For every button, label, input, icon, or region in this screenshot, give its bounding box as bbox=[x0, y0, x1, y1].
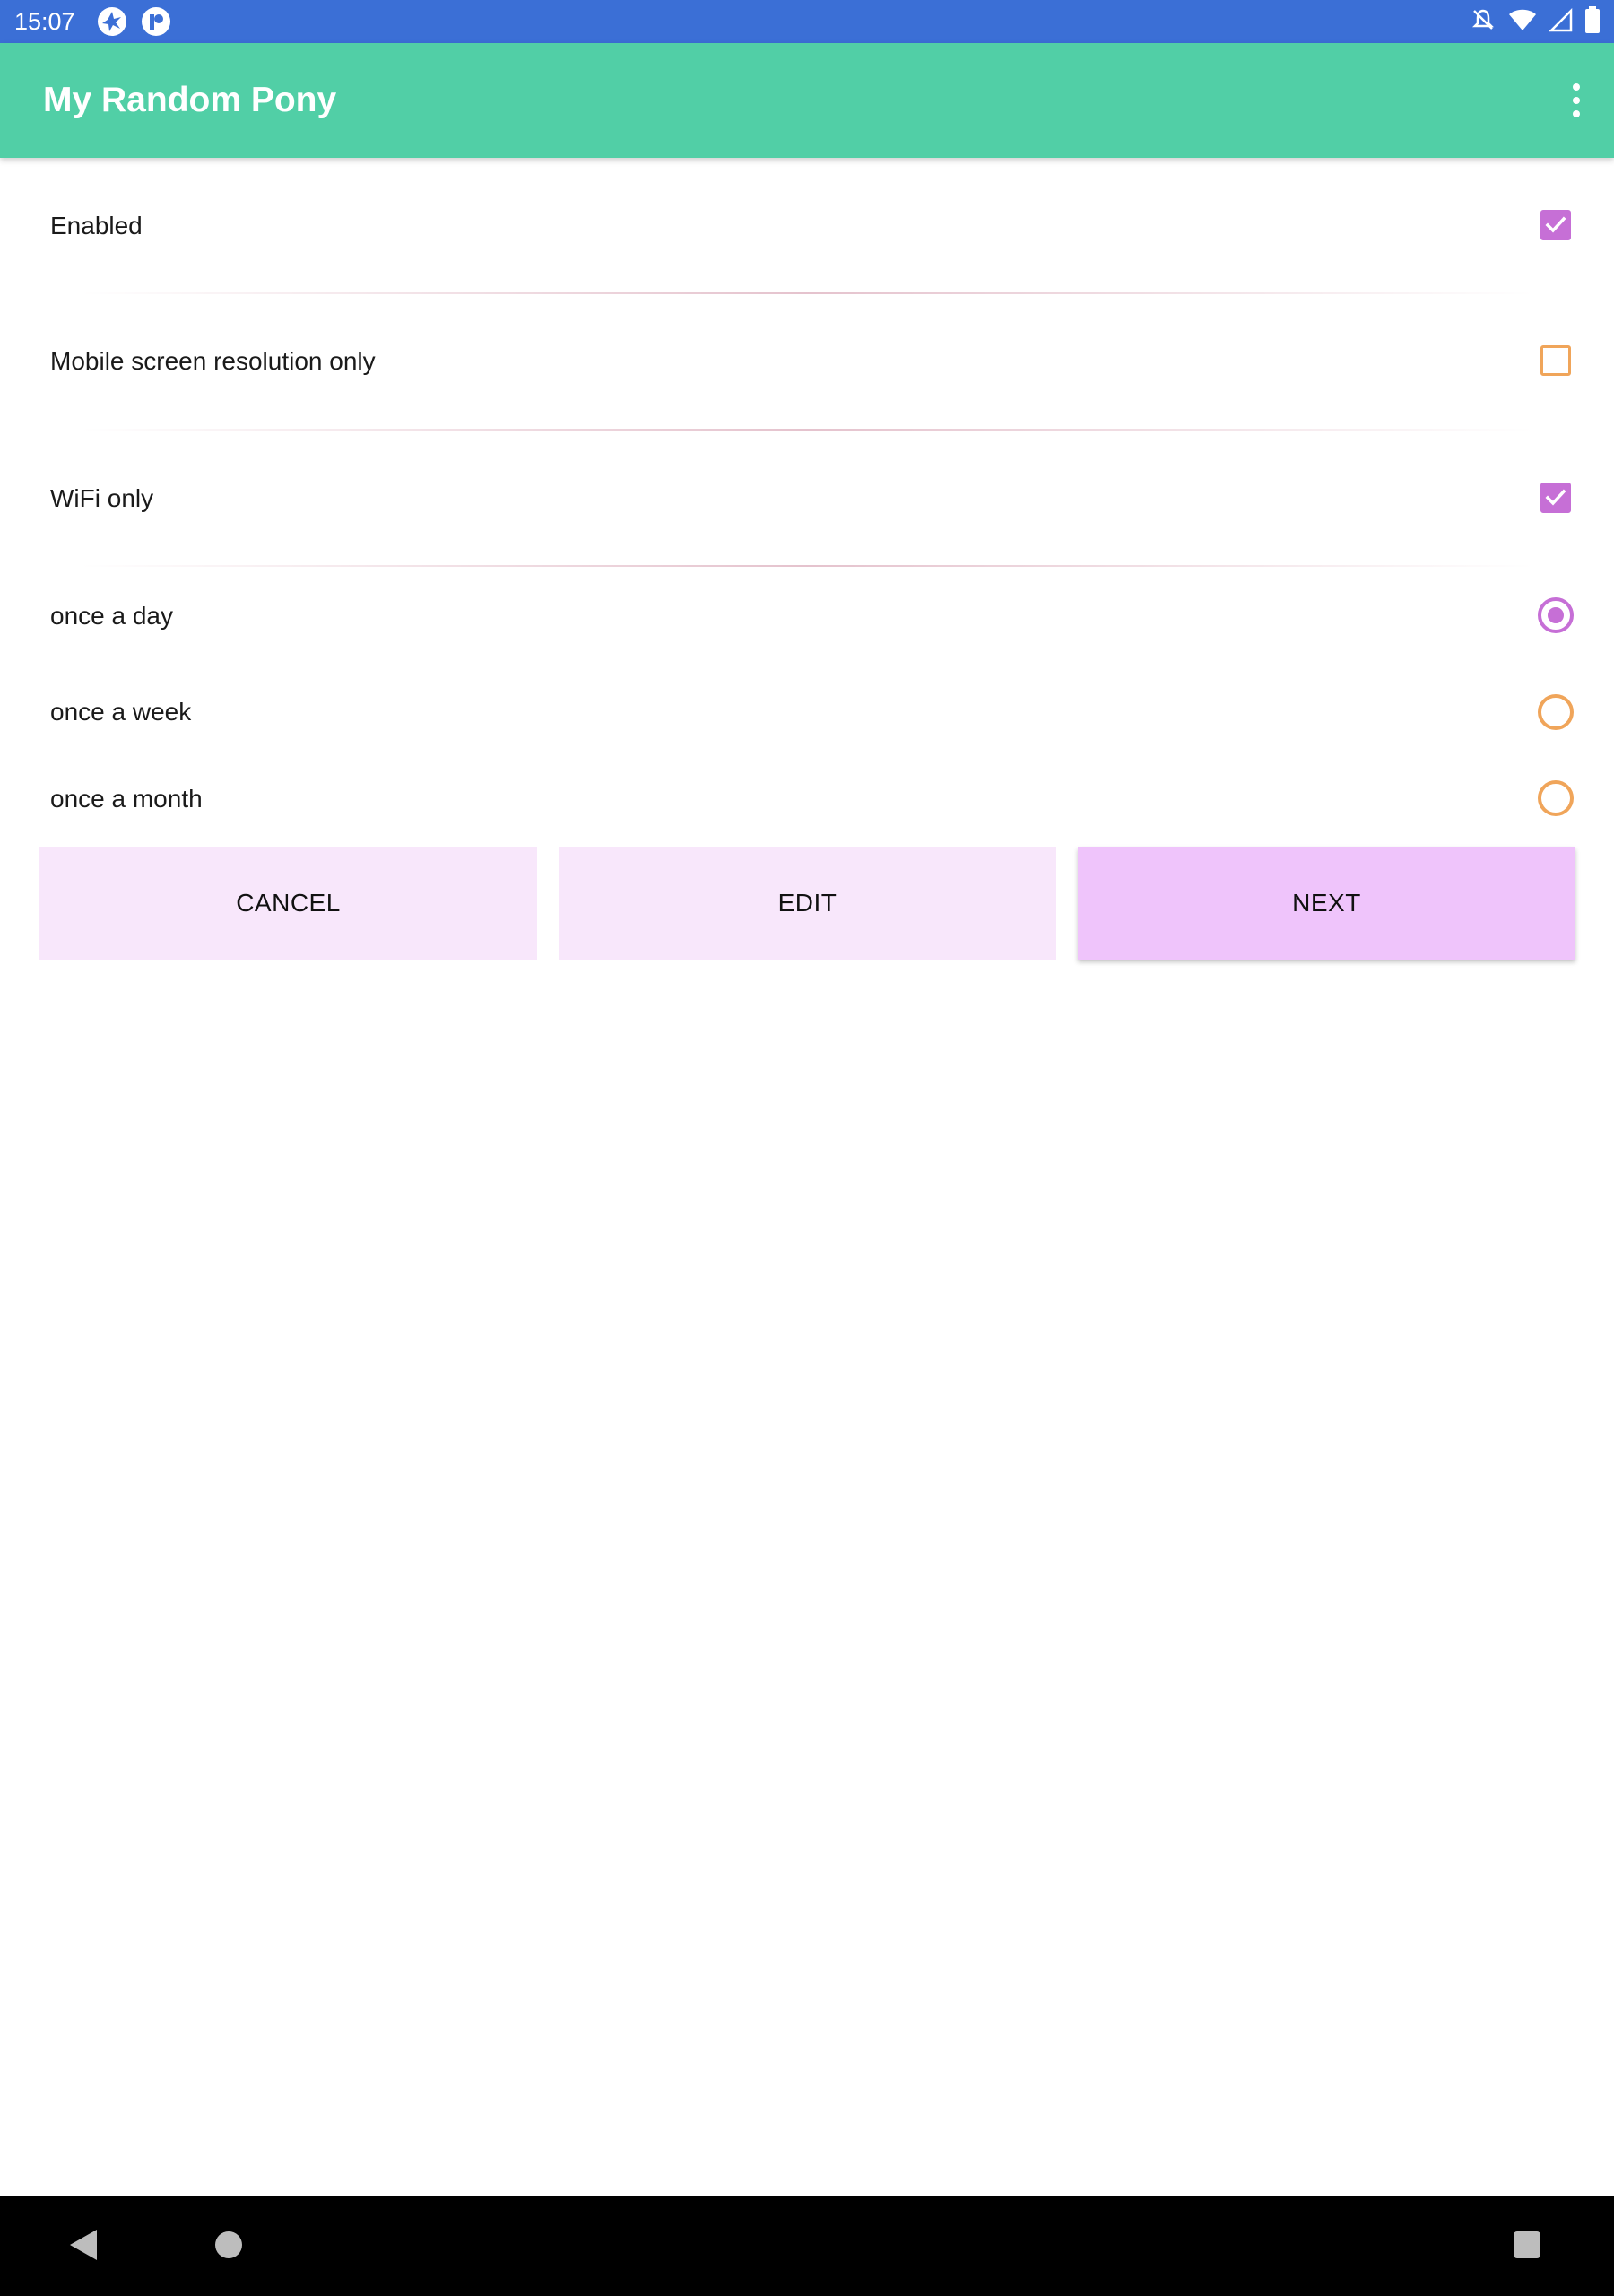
wifi-icon bbox=[1508, 7, 1537, 37]
screen: 15:07 My Random Pony Enabled Mobile scre… bbox=[0, 0, 1614, 2296]
setting-row-wifi-only[interactable]: WiFi only bbox=[0, 430, 1614, 565]
once-a-month-radio[interactable] bbox=[1538, 780, 1574, 816]
checkmark-icon bbox=[1545, 216, 1566, 233]
radio-label-once-a-day: once a day bbox=[50, 602, 173, 630]
next-button[interactable]: NEXT bbox=[1078, 847, 1575, 960]
divider bbox=[81, 565, 1533, 567]
status-right-icons bbox=[1471, 5, 1600, 38]
setting-label-wifi-only: WiFi only bbox=[50, 484, 154, 512]
radio-option-once-a-week[interactable]: once a week bbox=[0, 671, 1614, 753]
app-bar: My Random Pony bbox=[0, 43, 1614, 158]
radio-label-once-a-month: once a month bbox=[50, 785, 203, 813]
setting-label-enabled: Enabled bbox=[50, 212, 143, 239]
once-a-week-radio[interactable] bbox=[1538, 694, 1574, 730]
app-title: My Random Pony bbox=[43, 81, 337, 119]
checkmark-icon bbox=[1545, 489, 1566, 506]
wifi-only-checkbox[interactable] bbox=[1540, 483, 1571, 513]
enabled-checkbox[interactable] bbox=[1540, 210, 1571, 240]
recents-icon[interactable] bbox=[1514, 2231, 1540, 2258]
setting-row-mobile-resolution[interactable]: Mobile screen resolution only bbox=[0, 294, 1614, 429]
setting-row-enabled[interactable]: Enabled bbox=[0, 158, 1614, 294]
battery-icon bbox=[1585, 5, 1600, 38]
app-notification-icon-2 bbox=[141, 6, 171, 37]
radio-label-once-a-week: once a week bbox=[50, 698, 192, 726]
setting-label-mobile-resolution: Mobile screen resolution only bbox=[50, 347, 376, 375]
cellular-signal-icon bbox=[1548, 7, 1573, 37]
app-notification-icon bbox=[97, 6, 127, 37]
navigation-bar bbox=[0, 2196, 1614, 2296]
edit-button[interactable]: EDIT bbox=[559, 847, 1056, 960]
radio-option-once-a-month[interactable]: once a month bbox=[0, 759, 1614, 838]
status-time: 15:07 bbox=[14, 8, 75, 35]
notifications-off-icon bbox=[1471, 7, 1496, 37]
more-vert-icon[interactable] bbox=[1558, 75, 1594, 126]
back-icon[interactable] bbox=[70, 2230, 97, 2260]
cancel-button[interactable]: CANCEL bbox=[39, 847, 537, 960]
radio-option-once-a-day[interactable]: once a day bbox=[0, 574, 1614, 657]
mobile-resolution-checkbox[interactable] bbox=[1540, 345, 1571, 376]
status-bar: 15:07 bbox=[0, 0, 1614, 43]
home-icon[interactable] bbox=[215, 2231, 242, 2258]
once-a-day-radio[interactable] bbox=[1538, 597, 1574, 633]
